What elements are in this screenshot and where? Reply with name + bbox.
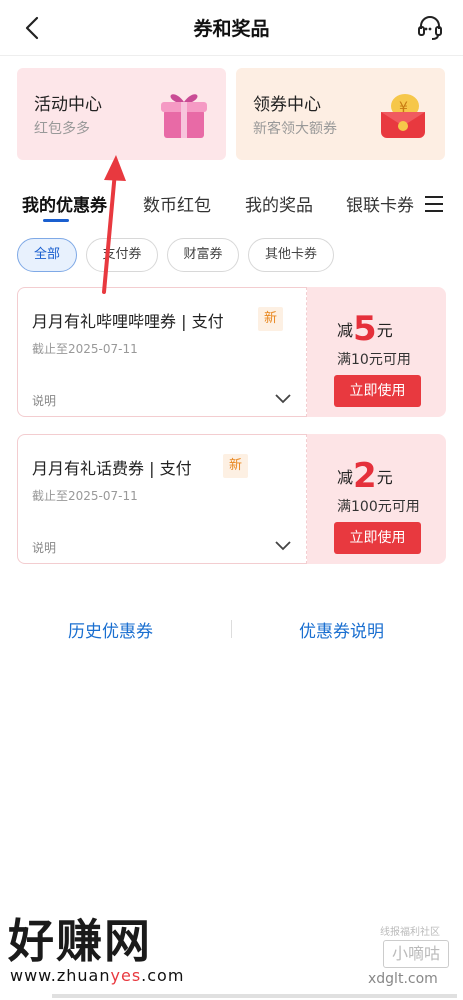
- coupon-name: 月月有礼哔哩哔哩券 | 支付: [32, 312, 224, 331]
- tab-unionpay-cards[interactable]: 银联卡券: [346, 191, 414, 216]
- amount-value: 5: [353, 309, 377, 349]
- coupon-info: 月月有礼哔哩哔哩券 | 支付 新 截止至2025-07-11 说明: [17, 287, 307, 417]
- top-bar: 券和奖品: [0, 0, 463, 56]
- history-coupons-link[interactable]: 历史优惠券: [68, 617, 153, 642]
- watermark-url-highlight: yes: [110, 966, 142, 985]
- tab-digital-currency-red-packet[interactable]: 数币红包: [143, 191, 211, 216]
- new-badge: 新: [223, 454, 249, 478]
- coupon-amount: 减5元: [337, 309, 393, 349]
- tab-my-prizes[interactable]: 我的奖品: [245, 191, 313, 216]
- amount-value: 2: [353, 456, 377, 496]
- coupon-condition: 满100元可用: [337, 499, 420, 515]
- coupon-center-card[interactable]: 领券中心 新客领大额券 ¥: [236, 68, 445, 160]
- activity-center-card[interactable]: 活动中心 红包多多: [17, 68, 226, 160]
- coupon-explanation-link[interactable]: 优惠券说明: [299, 617, 384, 642]
- amount-prefix: 减: [337, 468, 354, 487]
- use-now-button[interactable]: 立即使用: [334, 522, 421, 554]
- watermark-brand: 好赚网: [8, 914, 152, 968]
- menu-icon[interactable]: [423, 193, 445, 215]
- coupon-description-label[interactable]: 说明: [32, 539, 56, 556]
- watermark-url-part: .com: [141, 966, 185, 985]
- chip-wealth[interactable]: 财富券: [167, 238, 239, 272]
- promo-title: 领券中心: [253, 95, 321, 115]
- chip-payment[interactable]: 支付券: [86, 238, 158, 272]
- chevron-down-icon[interactable]: [274, 392, 292, 406]
- bottom-bar: [52, 994, 457, 998]
- chip-other-cards[interactable]: 其他卡券: [248, 238, 334, 272]
- watermark-logo-box: 小嘀咕: [383, 940, 449, 968]
- coupon-value-panel: 减2元 满100元可用 立即使用: [307, 434, 446, 564]
- coupon-condition: 满10元可用: [337, 352, 411, 368]
- tab-my-coupons[interactable]: 我的优惠券: [22, 191, 107, 216]
- active-tab-indicator: [43, 219, 69, 222]
- watermark-site: xdglt.com: [368, 971, 438, 987]
- promo-subtitle: 红包多多: [34, 121, 90, 137]
- coupon-tabs: 我的优惠券 数币红包 我的奖品 银联卡券: [0, 185, 463, 225]
- coupon-info: 月月有礼话费券 | 支付 新 截止至2025-07-11 说明: [17, 434, 307, 564]
- coupon-value-panel: 减5元 满10元可用 立即使用: [307, 287, 446, 417]
- red-envelope-icon: ¥: [381, 94, 425, 138]
- chevron-down-icon[interactable]: [274, 539, 292, 553]
- gift-box-icon: [161, 94, 207, 138]
- page-title: 券和奖品: [193, 18, 270, 40]
- promo-subtitle: 新客领大额券: [253, 121, 337, 137]
- coupon-description-label[interactable]: 说明: [32, 392, 56, 409]
- coupon-expiry: 截止至2025-07-11: [32, 342, 138, 356]
- amount-unit: 元: [376, 468, 393, 487]
- coupon-expiry: 截止至2025-07-11: [32, 489, 138, 503]
- watermark-community: 线报福利社区: [380, 927, 440, 938]
- coupon-amount: 减2元: [337, 456, 393, 496]
- new-badge: 新: [258, 307, 284, 331]
- coupon-card: 月月有礼话费券 | 支付 新 截止至2025-07-11 说明 减2元 满100…: [17, 434, 446, 564]
- divider: [231, 620, 232, 638]
- customer-service-icon[interactable]: [415, 13, 445, 43]
- amount-unit: 元: [376, 321, 393, 340]
- watermark-url-part: www.zhuan: [10, 966, 111, 985]
- coupon-name: 月月有礼话费券 | 支付: [32, 459, 192, 478]
- watermark-url: www.zhuanyes.com: [10, 966, 184, 985]
- amount-prefix: 减: [337, 321, 354, 340]
- use-now-button[interactable]: 立即使用: [334, 375, 421, 407]
- chip-all[interactable]: 全部: [17, 238, 77, 272]
- promo-title: 活动中心: [34, 95, 102, 115]
- coupon-card: 月月有礼哔哩哔哩券 | 支付 新 截止至2025-07-11 说明 减5元 满1…: [17, 287, 446, 417]
